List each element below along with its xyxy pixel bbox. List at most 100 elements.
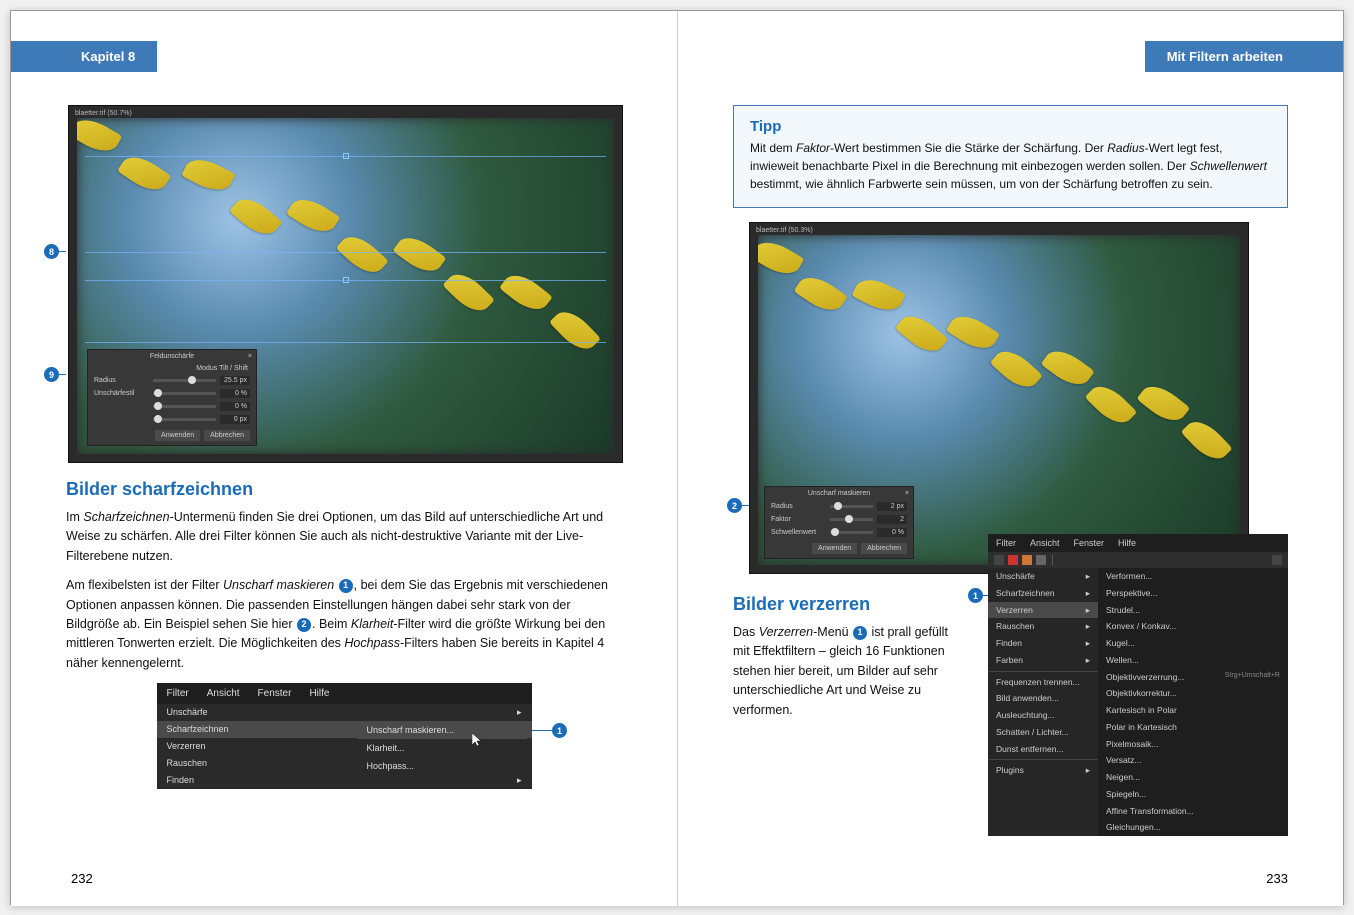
menu-top-item[interactable]: Hilfe <box>309 688 329 699</box>
slider-label: Schwellenwert <box>771 529 826 536</box>
submenu-item[interactable]: Frequenzen trennen... <box>988 674 1098 691</box>
flyout-item[interactable]: Neigen... <box>1098 769 1288 786</box>
flyout-item[interactable]: Affine Transformation... <box>1098 803 1288 820</box>
flyout-item[interactable]: Klarheit... <box>357 739 527 757</box>
flyout-item[interactable]: Objektivverzerrung...Strg+Umschalt+R <box>1098 669 1288 686</box>
submenu-item[interactable]: Finden▸ <box>988 635 1098 652</box>
slider-row[interactable]: Unschärfestil0 % <box>88 387 256 400</box>
submenu-item[interactable]: Unschärfe▸ <box>988 568 1098 585</box>
dialog-tilt-shift[interactable]: Feldunschärfe× Modus Tilt / Shift Radius… <box>87 349 257 446</box>
slider-row[interactable]: Radius 25.5 px <box>88 374 256 387</box>
flyout-item[interactable]: Konvex / Konkav... <box>1098 618 1288 635</box>
slider-track[interactable] <box>153 392 216 395</box>
chapter-tab-left: Kapitel 8 <box>11 41 157 72</box>
menu-top-item[interactable]: Ansicht <box>207 688 240 699</box>
menu-top-item[interactable]: Filter <box>167 688 189 699</box>
apply-button[interactable]: Anwenden <box>812 543 857 554</box>
dialog-unsharp-mask[interactable]: Unscharf maskieren× Radius2 pxFaktor2Sch… <box>764 486 914 559</box>
slider-track[interactable] <box>153 405 216 408</box>
close-icon[interactable]: × <box>905 490 909 497</box>
flyout-item[interactable]: Polar in Kartesisch <box>1098 719 1288 736</box>
doc-title-r: blaetter.tif (50.3%) <box>756 227 813 234</box>
slider-track[interactable] <box>830 518 873 521</box>
menu-top-item[interactable]: Fenster <box>1074 538 1105 548</box>
callout-9: 9 <box>44 367 59 382</box>
tool-icon[interactable] <box>994 555 1004 565</box>
flyout-item[interactable]: Verformen... <box>1098 568 1288 585</box>
menu-top-item[interactable]: Ansicht <box>1030 538 1060 548</box>
slider-row[interactable]: Schwellenwert 0 % <box>765 526 913 539</box>
tool-icon[interactable] <box>1022 555 1032 565</box>
slider-value: 25.5 px <box>220 376 250 385</box>
slider-value: 0 px <box>220 415 250 424</box>
page-right: Mit Filtern arbeiten Tipp Mit dem Faktor… <box>678 11 1343 906</box>
slider-track[interactable] <box>830 505 873 508</box>
slider-label: Faktor <box>771 516 826 523</box>
callout-8-line <box>59 251 66 252</box>
trash-icon[interactable] <box>1272 555 1282 565</box>
menu-top-item[interactable]: Fenster <box>258 688 292 699</box>
tip-box: Tipp Mit dem Faktor-Wert bestimmen Sie d… <box>733 105 1288 208</box>
menu-top-item[interactable]: Filter <box>996 538 1016 548</box>
tool-icon[interactable] <box>1036 555 1046 565</box>
flyout-item[interactable]: Strudel... <box>1098 602 1288 619</box>
flyout-item[interactable]: Versatz... <box>1098 752 1288 769</box>
flyout-item[interactable]: Pixelmosaik... <box>1098 736 1288 753</box>
slider-value: 0 % <box>877 528 907 537</box>
slider-row[interactable]: Faktor 2 <box>765 513 913 526</box>
chapter-tab-right: Mit Filtern arbeiten <box>1145 41 1343 72</box>
cancel-button[interactable]: Abbrechen <box>861 543 907 554</box>
callout-bigmenu-1: 1 <box>968 588 983 603</box>
menu-top-item[interactable]: Hilfe <box>1118 538 1136 548</box>
tool-icon[interactable] <box>1008 555 1018 565</box>
submenu-item[interactable]: Ausleuchtung... <box>988 707 1098 724</box>
slider-track[interactable] <box>153 418 216 421</box>
slider-row[interactable]: Radius2 px <box>765 500 913 513</box>
chevron-right-icon: ▸ <box>1086 637 1090 650</box>
chevron-right-icon: ▸ <box>1086 764 1090 777</box>
slider-label: Radius <box>94 377 149 384</box>
flyout-item[interactable]: Wellen... <box>1098 652 1288 669</box>
mode-label: Modus Tilt / Shift <box>196 365 248 372</box>
slider-row[interactable]: 0 % <box>88 400 256 413</box>
callout-1-inline: 1 <box>339 579 353 593</box>
submenu-item[interactable]: Schatten / Lichter... <box>988 724 1098 741</box>
chevron-right-icon: ▸ <box>1086 587 1090 600</box>
chevron-right-icon: ▸ <box>1086 620 1090 633</box>
apply-button[interactable]: Anwenden <box>155 430 200 441</box>
submenu-item[interactable]: Bild anwenden... <box>988 690 1098 707</box>
submenu-item[interactable]: Unschärfe▸ <box>157 704 532 721</box>
slider-track[interactable] <box>830 531 873 534</box>
submenu-item[interactable]: Dunst entfernen... <box>988 741 1098 758</box>
flyout-item[interactable]: Perspektive... <box>1098 585 1288 602</box>
flyout-item[interactable]: Hochpass... <box>357 757 527 775</box>
tip-text: Mit dem Faktor-Wert bestimmen Sie die St… <box>750 139 1271 193</box>
submenu-item[interactable]: Scharfzeichnen▸ <box>988 585 1098 602</box>
page-spread: Kapitel 8 8 9 blaetter.tif (50.7%) <box>10 10 1344 905</box>
right-content: Tipp Mit dem Faktor-Wert bestimmen Sie d… <box>733 105 1288 836</box>
cursor-icon <box>472 733 482 747</box>
slider-row[interactable]: 0 px <box>88 413 256 426</box>
flyout-item[interactable]: Unscharf maskieren... <box>357 721 527 739</box>
slider-track[interactable] <box>153 379 216 382</box>
submenu-item[interactable]: Plugins▸ <box>988 762 1098 779</box>
flyout-item[interactable]: Kartesisch in Polar <box>1098 702 1288 719</box>
flyout-item[interactable]: Gleichungen... <box>1098 819 1288 836</box>
page-left: Kapitel 8 8 9 blaetter.tif (50.7%) <box>11 11 678 906</box>
callout-1r-inline: 1 <box>853 626 867 640</box>
flyout-item[interactable]: Objektivkorrektur... <box>1098 685 1288 702</box>
slider-value: 2 <box>877 515 907 524</box>
callout-menu-1: 1 <box>552 723 567 738</box>
cancel-button[interactable]: Abbrechen <box>204 430 250 441</box>
submenu-item[interactable]: Rauschen▸ <box>988 618 1098 635</box>
submenu-item[interactable]: Verzerren▸ <box>988 602 1098 619</box>
callout-8: 8 <box>44 244 59 259</box>
flyout-item[interactable]: Spiegeln... <box>1098 786 1288 803</box>
shortcut-label: Strg+Umschalt+R <box>1225 671 1280 684</box>
para-sharpen-2: Am flexibelsten ist der Filter Unscharf … <box>66 576 622 673</box>
slider-value: 0 % <box>220 402 250 411</box>
close-icon[interactable]: × <box>248 353 252 360</box>
submenu-item[interactable]: Farben▸ <box>988 652 1098 669</box>
flyout-item[interactable]: Kugel... <box>1098 635 1288 652</box>
chevron-right-icon: ▸ <box>1086 654 1090 667</box>
